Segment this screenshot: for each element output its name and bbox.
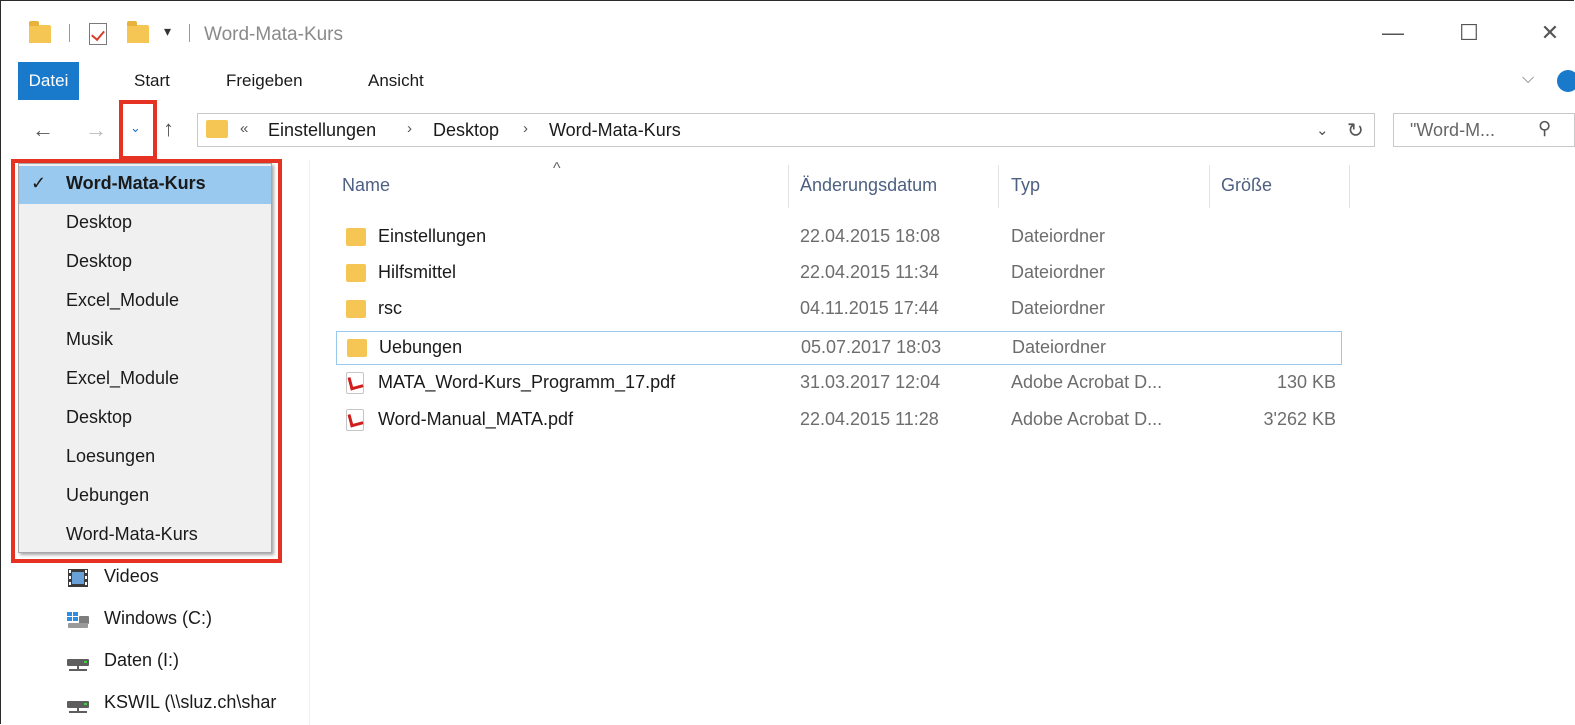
breadcrumb-separator[interactable]: ›: [523, 120, 528, 137]
file-date: 22.04.2015 11:28: [800, 409, 939, 429]
column-name[interactable]: Name: [342, 175, 390, 196]
nav-item-label: Windows (C:): [104, 608, 213, 628]
nav-pane-divider: [309, 160, 310, 725]
column-divider[interactable]: [1209, 165, 1210, 208]
title-bar: ▾ Word-Mata-Kurs — ☐ ✕: [1, 1, 1575, 62]
file-name: Hilfsmittel: [378, 262, 457, 282]
folder-icon: [346, 264, 366, 282]
file-type: Dateiordner: [1012, 337, 1107, 357]
breadcrumb-overflow[interactable]: «: [240, 120, 248, 137]
recent-locations-button[interactable]: ⌄: [130, 120, 141, 136]
file-row[interactable]: Word-Manual_MATA.pdf 22.04.2015 11:28 Ad…: [336, 404, 1342, 438]
tab-freigeben[interactable]: Freigeben: [214, 62, 315, 100]
windows-drive-icon: [67, 612, 89, 628]
file-date: 22.04.2015 11:34: [800, 262, 939, 282]
nav-item-label: Videos: [104, 566, 159, 586]
breadcrumb-word-mata-kurs[interactable]: Word-Mata-Kurs: [549, 120, 681, 141]
file-name: Uebungen: [379, 337, 463, 357]
breadcrumb-einstellungen[interactable]: Einstellungen: [268, 120, 376, 141]
up-button[interactable]: ↑: [163, 116, 174, 142]
file-name: rsc: [378, 298, 402, 318]
pdf-icon: [346, 409, 364, 431]
column-type[interactable]: Typ: [1011, 175, 1040, 196]
search-placeholder: "Word-M...: [1410, 120, 1496, 140]
file-name: MATA_Word-Kurs_Programm_17.pdf: [378, 372, 676, 392]
search-icon[interactable]: ⚲: [1538, 118, 1551, 139]
file-type: Dateiordner: [1011, 262, 1106, 282]
separator: [69, 24, 70, 42]
file-row[interactable]: Einstellungen 22.04.2015 18:08 Dateiordn…: [336, 221, 1342, 255]
network-drive-icon: [67, 659, 89, 671]
file-date: 22.04.2015 18:08: [800, 226, 941, 246]
file-size: 130 KB: [1276, 372, 1336, 392]
videos-icon: [68, 569, 88, 587]
forward-button[interactable]: →: [85, 117, 107, 143]
folder-icon: [346, 228, 366, 246]
folder-icon: [347, 339, 367, 357]
breadcrumb-desktop[interactable]: Desktop: [433, 120, 499, 141]
breadcrumb-separator[interactable]: ›: [407, 120, 412, 137]
file-name: Einstellungen: [378, 226, 487, 246]
nav-item-label: KSWIL (\\sluz.ch\shar: [104, 692, 277, 712]
address-dropdown-icon[interactable]: ⌄: [1316, 121, 1329, 139]
file-type: Dateiordner: [1011, 226, 1106, 246]
file-type: Dateiordner: [1011, 298, 1106, 318]
back-button[interactable]: ←: [32, 117, 54, 143]
folder-icon: [29, 21, 51, 43]
file-row-selected[interactable]: Uebungen 05.07.2017 18:03 Dateiordner: [336, 331, 1342, 365]
network-drive-icon: [67, 701, 89, 713]
file-date: 31.03.2017 12:04: [800, 372, 941, 392]
expand-ribbon-icon[interactable]: ⌵: [1522, 70, 1534, 88]
sort-indicator-icon: ^: [553, 160, 561, 177]
address-bar[interactable]: « Einstellungen › Desktop › Word-Mata-Ku…: [197, 113, 1375, 147]
tab-ansicht[interactable]: Ansicht: [356, 62, 436, 100]
new-folder-icon[interactable]: [127, 21, 149, 43]
folder-icon: [346, 300, 366, 318]
column-date[interactable]: Änderungsdatum: [800, 175, 937, 196]
tab-datei[interactable]: Datei: [18, 62, 79, 100]
folder-icon: [206, 120, 228, 138]
tab-start[interactable]: Start: [122, 62, 182, 100]
file-size: 3'262 KB: [1263, 409, 1337, 429]
refresh-icon[interactable]: ↻: [1347, 118, 1364, 143]
minimize-button[interactable]: —: [1373, 16, 1413, 50]
properties-icon[interactable]: [89, 23, 107, 45]
file-row[interactable]: MATA_Word-Kurs_Programm_17.pdf 31.03.201…: [336, 367, 1342, 401]
maximize-button[interactable]: ☐: [1449, 16, 1489, 50]
file-name: Word-Manual_MATA.pdf: [378, 409, 574, 429]
file-date: 04.11.2015 17:44: [800, 298, 939, 318]
file-type: Adobe Acrobat D...: [1011, 372, 1163, 392]
close-button[interactable]: ✕: [1530, 16, 1570, 50]
separator: [189, 24, 190, 42]
nav-item-label: Daten (I:): [104, 650, 180, 670]
help-icon[interactable]: [1557, 70, 1575, 92]
file-date: 05.07.2017 18:03: [801, 337, 942, 357]
window-title: Word-Mata-Kurs: [204, 24, 344, 45]
column-divider[interactable]: [788, 165, 789, 208]
column-divider[interactable]: [998, 165, 999, 208]
file-row[interactable]: Hilfsmittel 22.04.2015 11:34 Dateiordner: [336, 257, 1342, 291]
pdf-icon: [346, 372, 364, 394]
quick-access-dropdown[interactable]: ▾: [164, 23, 171, 40]
column-divider[interactable]: [1349, 165, 1350, 208]
file-type: Adobe Acrobat D...: [1011, 409, 1163, 429]
column-size[interactable]: Größe: [1221, 175, 1272, 196]
search-input[interactable]: "Word-M... ⚲: [1393, 113, 1575, 147]
file-row[interactable]: rsc 04.11.2015 17:44 Dateiordner: [336, 293, 1342, 327]
recent-locations-highlight: [11, 159, 282, 563]
